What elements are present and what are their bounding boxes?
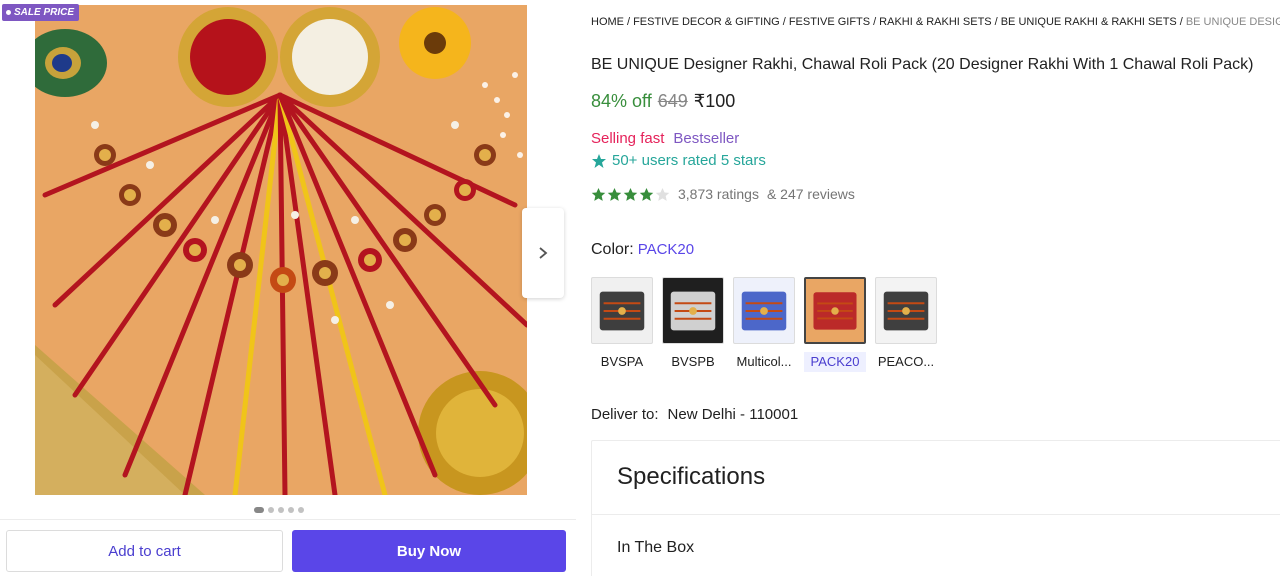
color-swatch-label: PEACO... (877, 354, 935, 369)
next-image-button[interactable] (522, 208, 564, 298)
price-row: 84% off 649 ₹100 (591, 91, 735, 112)
color-swatch-label: BVSPB (671, 354, 715, 369)
carousel-dot[interactable] (278, 507, 284, 513)
specifications-panel: Specifications In The Box (591, 440, 1280, 576)
color-swatch[interactable]: Multicol... (733, 277, 795, 372)
in-the-box-heading[interactable]: In The Box (617, 539, 694, 557)
breadcrumb-separator: / (627, 16, 631, 28)
delivery-row[interactable]: Deliver to: New Delhi - 110001 (591, 406, 798, 423)
breadcrumb-item[interactable]: FESTIVE GIFTS (789, 16, 870, 28)
swatch-image (599, 291, 645, 331)
buy-now-button[interactable]: Buy Now (292, 530, 566, 572)
breadcrumb-item[interactable]: HOME (591, 16, 624, 28)
color-swatch-label: BVSPA (600, 354, 644, 369)
users-rated-text: 50+ users rated 5 stars (612, 152, 766, 169)
carousel-dot[interactable] (268, 507, 274, 513)
specifications-title: Specifications (617, 463, 766, 490)
carousel-dot[interactable] (254, 507, 264, 513)
color-swatch[interactable]: BVSPA (591, 277, 653, 372)
color-swatch-thumbnail (875, 277, 937, 344)
image-carousel-dots (0, 507, 558, 513)
discount-percent: 84% off (591, 91, 652, 111)
color-label-text: Color: (591, 241, 634, 258)
rakhi-set-photo (35, 5, 527, 495)
star-icon (639, 187, 654, 201)
sale-price-label: SALE PRICE (14, 7, 75, 18)
rating-stars (591, 187, 670, 202)
breadcrumb-item[interactable]: RAKHI & RAKHI SETS (879, 16, 991, 28)
selling-fast-tag: Selling fast (591, 130, 665, 147)
delivery-location: New Delhi - 110001 (667, 406, 799, 423)
color-swatches: BVSPA BVSPB Multicol... PACK20 PEACO... (591, 277, 937, 372)
ratings-count: 3,873 ratings (678, 186, 759, 202)
color-swatch[interactable]: BVSPB (662, 277, 724, 372)
deliver-to-label: Deliver to: (591, 406, 659, 423)
breadcrumb-item[interactable]: FESTIVE DECOR & GIFTING (633, 16, 780, 28)
product-title: BE UNIQUE Designer Rakhi, Chawal Roli Pa… (591, 56, 1254, 73)
breadcrumb-separator: / (782, 16, 786, 28)
color-swatch-thumbnail (804, 277, 866, 344)
bestseller-tag: Bestseller (673, 130, 740, 147)
color-selector-label: Color: PACK20 (591, 241, 694, 259)
star-icon (623, 187, 638, 201)
rating-row[interactable]: 3,873 ratings & 247 reviews (591, 186, 855, 202)
original-price: 649 (657, 91, 688, 111)
reviews-count: & 247 reviews (766, 186, 855, 202)
badge-dot-icon (6, 10, 11, 15)
users-rated-row: 50+ users rated 5 stars (591, 152, 766, 169)
breadcrumb-separator: / (994, 16, 998, 28)
star-icon (591, 187, 606, 201)
breadcrumb-separator: / (1179, 16, 1183, 28)
add-to-cart-button[interactable]: Add to cart (6, 530, 283, 572)
breadcrumb-separator: / (873, 16, 877, 28)
swatch-image (883, 291, 929, 331)
chevron-right-icon (539, 247, 548, 259)
color-selected-value: PACK20 (637, 241, 695, 258)
sparkle-star-icon (592, 153, 606, 168)
product-main-image[interactable] (35, 5, 527, 495)
color-swatch-label: Multicol... (736, 354, 792, 369)
color-swatch-thumbnail (733, 277, 795, 344)
color-swatch[interactable]: PEACO... (875, 277, 937, 372)
product-gallery: SALE PRICE Add to cart Buy Now (0, 0, 576, 576)
swatch-image (813, 292, 857, 330)
swatch-image (741, 291, 787, 331)
color-swatch-thumbnail (591, 277, 653, 344)
breadcrumb-item[interactable]: BE UNIQUE RAKHI & RAKHI SETS (1001, 16, 1177, 28)
cta-bar: Add to cart Buy Now (0, 519, 576, 576)
star-icon (655, 187, 670, 201)
color-swatch-thumbnail (662, 277, 724, 344)
product-details: HOME / FESTIVE DECOR & GIFTING / FESTIVE GIF… (591, 0, 1280, 576)
sale-price-badge: SALE PRICE (2, 4, 80, 21)
product-tags: Selling fast Bestseller (591, 130, 739, 147)
carousel-dot[interactable] (298, 507, 304, 513)
breadcrumb: HOME / FESTIVE DECOR & GIFTING / FESTIVE GIF… (591, 16, 1280, 28)
star-icon (607, 187, 622, 201)
specifications-divider (592, 514, 1280, 515)
breadcrumb-item[interactable]: BE UNIQUE DESIGNER RAKHI, (1186, 16, 1280, 28)
color-swatch[interactable]: PACK20 (804, 277, 866, 372)
selling-price: ₹100 (693, 91, 736, 111)
carousel-dot[interactable] (288, 507, 294, 513)
color-swatch-label: PACK20 (804, 352, 866, 372)
swatch-image (670, 291, 716, 331)
